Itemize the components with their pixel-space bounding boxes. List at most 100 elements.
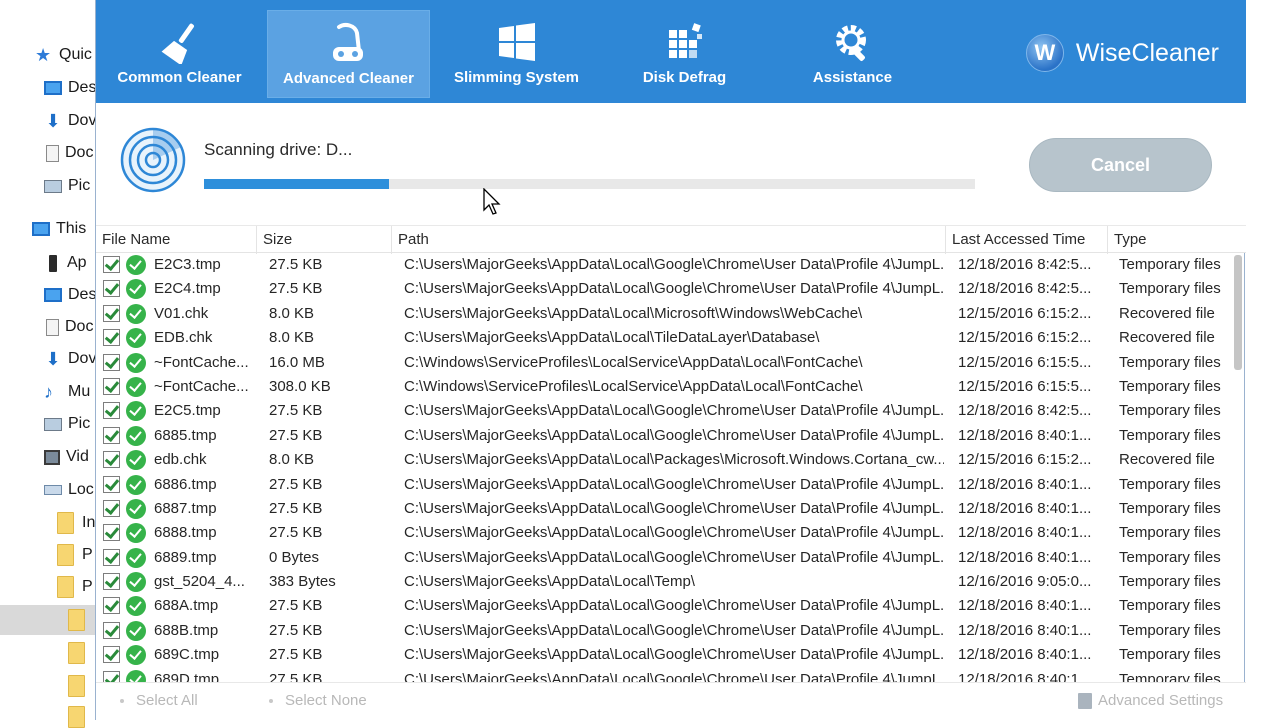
table-row[interactable]: 6885.tmp 27.5 KB C:\Users\MajorGeeks\AppDa… [96, 424, 1236, 448]
tab-slimming-system[interactable]: Slimming System [435, 10, 598, 98]
table-row[interactable]: 689D.tmp 27.5 KB C:\Users\MajorGeeks\AppDa… [96, 668, 1236, 682]
row-checkbox[interactable] [103, 377, 120, 395]
cell-last-accessed: 12/18/2016 8:40:1... [958, 475, 1092, 493]
cell-path: C:\Users\MajorGeeks\AppData\Local\Google… [404, 621, 944, 639]
explorer-item-documents-pc[interactable]: Doc [46, 312, 93, 342]
column-header-path[interactable]: Path [392, 226, 946, 254]
table-row[interactable]: E2C4.tmp 27.5 KB C:\Users\MajorGeeks\AppDa… [96, 277, 1236, 301]
folder-icon [68, 675, 85, 697]
explorer-item-music[interactable]: ♪ Mu [44, 377, 90, 407]
gear-wrench-icon [835, 25, 866, 61]
column-header-file-name[interactable]: File Name [96, 226, 257, 254]
cell-path: C:\Users\MajorGeeks\AppData\Local\Google… [404, 426, 944, 444]
row-checkbox[interactable] [103, 304, 120, 322]
table-row[interactable]: edb.chk 8.0 KB C:\Users\MajorGeeks\AppData… [96, 448, 1236, 472]
row-checkbox[interactable] [103, 475, 120, 493]
cell-last-accessed: 12/18/2016 8:40:1... [958, 646, 1092, 664]
row-checkbox[interactable] [103, 353, 120, 371]
table-row[interactable]: EDB.chk 8.0 KB C:\Users\MajorGeeks\AppData… [96, 326, 1236, 350]
cell-path: C:\Users\MajorGeeks\AppData\Local\Google… [404, 670, 944, 682]
cell-size: 27.5 KB [269, 426, 323, 444]
table-row[interactable]: 6887.tmp 27.5 KB C:\Users\MajorGeeks\AppDa… [96, 497, 1236, 521]
explorer-item-desktop-pc[interactable]: Des [44, 280, 96, 310]
explorer-item-pictures[interactable]: Pic [44, 171, 90, 201]
table-body: E2C3.tmp 27.5 KB C:\Users\MajorGeeks\AppDa… [96, 253, 1236, 682]
cell-size: 308.0 KB [269, 377, 331, 395]
table-row[interactable]: gst_5204_4... 383 Bytes C:\Users\MajorGeek… [96, 570, 1236, 594]
column-header-type[interactable]: Type [1108, 226, 1246, 254]
cell-file-name: 6887.tmp [154, 499, 217, 517]
drive-icon [44, 485, 62, 495]
status-ok-icon [126, 645, 146, 666]
explorer-folder-1[interactable]: In [82, 508, 95, 538]
explorer-item-documents[interactable]: Doc [46, 138, 93, 168]
row-checkbox[interactable] [103, 573, 120, 591]
broom-icon [161, 23, 194, 64]
table-row[interactable]: 6888.tmp 27.5 KB C:\Users\MajorGeeks\AppDa… [96, 521, 1236, 545]
select-all-link[interactable]: Select All [120, 692, 198, 709]
explorer-item-videos[interactable]: Vid [44, 442, 89, 472]
cell-type: Temporary files [1119, 499, 1221, 517]
tool-label: Disk Defrag [642, 69, 727, 86]
explorer-folder-3[interactable]: P [82, 572, 93, 602]
explorer-item-this-pc[interactable]: This [32, 214, 86, 244]
cell-file-name: ~FontCache... [154, 353, 249, 371]
cell-path: C:\Users\MajorGeeks\AppData\Local\Packag… [404, 451, 944, 469]
cancel-button[interactable]: Cancel [1029, 138, 1212, 192]
cell-last-accessed: 12/16/2016 9:05:0... [958, 573, 1092, 591]
row-checkbox[interactable] [103, 256, 120, 273]
row-checkbox[interactable] [103, 402, 120, 420]
status-ok-icon [126, 474, 146, 495]
table-row[interactable]: ~FontCache... 16.0 MB C:\Windows\ServicePr… [96, 351, 1236, 375]
explorer-item-desktop[interactable]: Des [44, 73, 96, 103]
table-row[interactable]: E2C5.tmp 27.5 KB C:\Users\MajorGeeks\AppDa… [96, 399, 1236, 423]
row-checkbox[interactable] [103, 646, 120, 664]
radar-icon [120, 127, 186, 193]
table-row[interactable]: E2C3.tmp 27.5 KB C:\Users\MajorGeeks\AppDa… [96, 253, 1236, 277]
row-checkbox[interactable] [103, 670, 120, 682]
explorer-item-apps[interactable]: Ap [44, 248, 87, 278]
table-row[interactable]: 6889.tmp 0 Bytes C:\Users\MajorGeeks\AppDa… [96, 546, 1236, 570]
row-checkbox[interactable] [103, 548, 120, 566]
explorer-item-downloads[interactable]: ⬇ Dov [44, 106, 96, 136]
tab-advanced-cleaner[interactable]: Advanced Cleaner [267, 10, 430, 98]
status-ok-icon [126, 523, 146, 544]
tool-label: Advanced Cleaner [283, 70, 414, 87]
row-checkbox[interactable] [103, 451, 120, 469]
cell-type: Temporary files [1119, 377, 1221, 395]
row-checkbox[interactable] [103, 524, 120, 542]
row-checkbox[interactable] [103, 499, 120, 517]
tab-disk-defrag[interactable]: Disk Defrag [603, 10, 766, 98]
select-none-link[interactable]: Select None [269, 692, 367, 709]
row-checkbox[interactable] [103, 426, 120, 444]
folder-icon [57, 512, 74, 534]
table-row[interactable]: 688A.tmp 27.5 KB C:\Users\MajorGeeks\AppDa… [96, 594, 1236, 618]
row-checkbox[interactable] [103, 329, 120, 347]
cell-size: 8.0 KB [269, 451, 315, 469]
column-header-last-accessed[interactable]: Last Accessed Time [946, 226, 1108, 254]
explorer-item-quick-access[interactable]: ★ Quic [35, 40, 92, 70]
table-row[interactable]: 689C.tmp 27.5 KB C:\Users\MajorGeeks\AppDa… [96, 643, 1236, 667]
status-ok-icon [126, 596, 146, 617]
table-row[interactable]: ~FontCache... 308.0 KB C:\Windows\ServiceP… [96, 375, 1236, 399]
explorer-folder-2[interactable]: P [82, 540, 93, 570]
advanced-settings-link[interactable]: Advanced Settings [1078, 692, 1223, 710]
row-checkbox[interactable] [103, 597, 120, 615]
explorer-item-downloads-pc[interactable]: ⬇ Dov [44, 344, 96, 374]
row-checkbox[interactable] [103, 280, 120, 298]
cell-path: C:\Users\MajorGeeks\AppData\Local\Google… [404, 280, 944, 298]
folder-icon [68, 706, 85, 728]
cell-size: 383 Bytes [269, 573, 336, 591]
tab-common-cleaner[interactable]: Common Cleaner [98, 10, 261, 98]
row-checkbox[interactable] [103, 621, 120, 639]
explorer-item-pictures-pc[interactable]: Pic [44, 409, 90, 439]
tab-assistance[interactable]: Assistance [771, 10, 934, 98]
column-header-size[interactable]: Size [257, 226, 392, 254]
cell-file-name: E2C5.tmp [154, 402, 221, 420]
cell-path: C:\Users\MajorGeeks\AppData\Local\Micros… [404, 304, 863, 322]
table-scrollbar[interactable] [1234, 255, 1242, 370]
table-row[interactable]: 6886.tmp 27.5 KB C:\Users\MajorGeeks\AppDa… [96, 473, 1236, 497]
explorer-item-local-disk[interactable]: Loc [44, 475, 94, 505]
table-row[interactable]: V01.chk 8.0 KB C:\Users\MajorGeeks\AppData… [96, 302, 1236, 326]
table-row[interactable]: 688B.tmp 27.5 KB C:\Users\MajorGeeks\AppDa… [96, 619, 1236, 643]
